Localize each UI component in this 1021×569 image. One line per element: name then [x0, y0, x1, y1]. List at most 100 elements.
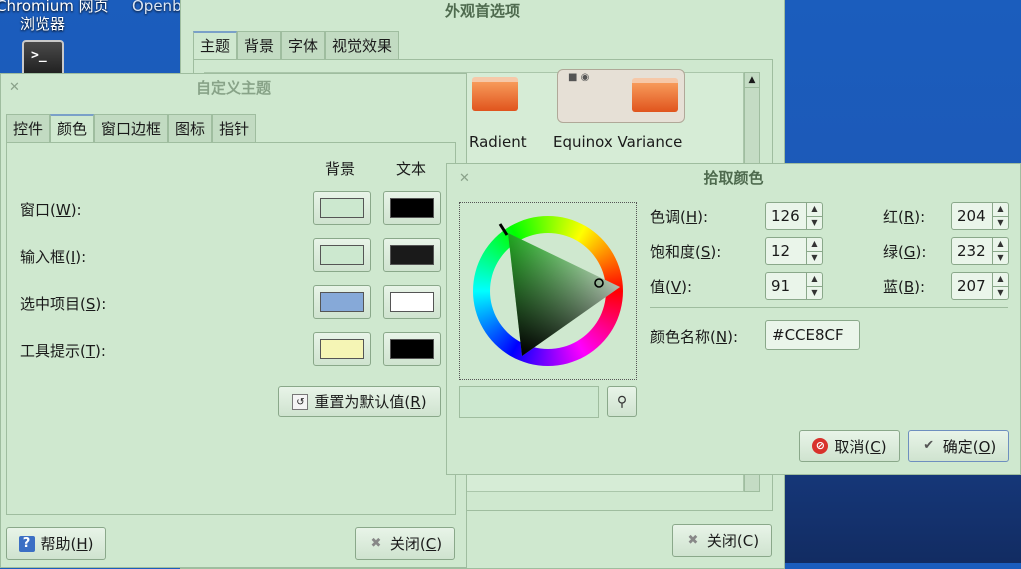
spin-up-icon[interactable]: ▲: [807, 238, 822, 251]
appearance-close-label: 关闭(C): [706, 532, 760, 550]
value-label: 值(V):: [650, 278, 693, 296]
revert-icon: ↺: [292, 393, 309, 410]
close-icon[interactable]: ✕: [459, 165, 470, 193]
close-icon: ✖: [687, 532, 699, 548]
tooltip-text-color-button[interactable]: [383, 332, 441, 366]
saturation-label: 饱和度(S):: [650, 243, 722, 261]
ok-button[interactable]: ✔ 确定(O): [908, 430, 1009, 462]
green-value[interactable]: 232: [952, 238, 992, 264]
cancel-icon: ⊘: [812, 438, 829, 454]
selected-bg-color-button[interactable]: [313, 285, 371, 319]
help-label: 帮助(H): [40, 535, 94, 553]
row-label-input: 输入框(I):: [20, 248, 87, 266]
tooltip-bg-color-button[interactable]: [313, 332, 371, 366]
current-color-preview: [459, 386, 599, 418]
column-header-text: 文本: [396, 160, 427, 178]
spin-down-icon[interactable]: ▼: [807, 285, 822, 300]
color-name-label: 颜色名称(N):: [650, 328, 738, 346]
red-label: 红(R):: [883, 208, 926, 226]
tab-font[interactable]: 字体: [281, 31, 326, 59]
color-swatch: [320, 292, 364, 312]
window-bg-color-button[interactable]: [313, 191, 371, 225]
tab-visual-effects[interactable]: 视觉效果: [325, 31, 400, 59]
spin-down-icon[interactable]: ▼: [993, 285, 1008, 300]
colors-panel: 背景 文本 窗口(W): 输入框(I): 选中项目(S): 工具提示(T): ↺…: [6, 142, 456, 515]
folder-icon: [472, 77, 518, 111]
theme-thumb-radient[interactable]: [460, 73, 570, 123]
color-name-input[interactable]: #CCE8CF: [765, 320, 860, 350]
custom-theme-close-label: 关闭(C): [389, 535, 443, 553]
row-label-tooltip: 工具提示(T):: [20, 342, 106, 360]
spin-up-icon[interactable]: ▲: [993, 203, 1008, 216]
saturation-spinner[interactable]: 12 ▲ ▼: [765, 237, 823, 265]
spin-up-icon[interactable]: ▲: [807, 203, 822, 216]
color-swatch: [390, 245, 434, 265]
color-swatch: [320, 339, 364, 359]
blue-value[interactable]: 207: [952, 273, 992, 299]
saturation-value[interactable]: 12: [766, 238, 806, 264]
selected-text-color-button[interactable]: [383, 285, 441, 319]
window-text-color-button[interactable]: [383, 191, 441, 225]
spin-down-icon[interactable]: ▼: [993, 215, 1008, 230]
spin-down-icon[interactable]: ▼: [807, 215, 822, 230]
reset-defaults-label: 重置为默认值(R): [314, 393, 427, 411]
hsv-wheel[interactable]: [460, 203, 636, 379]
hue-value[interactable]: 126: [766, 203, 806, 229]
hue-label: 色调(H):: [650, 208, 709, 226]
blue-spinner[interactable]: 207 ▲ ▼: [951, 272, 1009, 300]
tab-controls[interactable]: 控件: [6, 114, 51, 142]
desktop-icon-chromium-label-2[interactable]: 浏览器: [20, 13, 65, 34]
color-picker-title: 拾取颜色: [703, 169, 764, 187]
tab-icons[interactable]: 图标: [168, 114, 213, 142]
ok-label: 确定(O): [942, 437, 997, 456]
eyedropper-icon: ⚲: [616, 393, 628, 410]
custom-theme-title: 自定义主题: [195, 79, 271, 97]
spin-down-icon[interactable]: ▼: [807, 250, 822, 265]
window-buttons-icon: ■ ◉: [568, 72, 590, 83]
color-swatch: [320, 198, 364, 218]
custom-theme-tabs: 控件 颜色 窗口边框 图标 指针: [6, 114, 257, 142]
cancel-button[interactable]: ⊘ 取消(C): [799, 430, 900, 462]
row-label-window: 窗口(W):: [20, 201, 82, 219]
value-spinner[interactable]: 91 ▲ ▼: [765, 272, 823, 300]
color-swatch: [390, 292, 434, 312]
spin-up-icon[interactable]: ▲: [993, 238, 1008, 251]
appearance-window-title: 外观首选项: [444, 2, 520, 20]
column-header-background: 背景: [325, 160, 356, 178]
custom-theme-close-button[interactable]: ✖ 关闭(C): [355, 527, 455, 560]
value-value[interactable]: 91: [766, 273, 806, 299]
close-icon[interactable]: ✕: [9, 74, 20, 102]
blue-label: 蓝(B):: [883, 278, 926, 296]
folder-icon: [632, 78, 678, 112]
input-text-color-button[interactable]: [383, 238, 441, 272]
color-swatch: [320, 245, 364, 265]
red-value[interactable]: 204: [952, 203, 992, 229]
green-label: 绿(G):: [883, 243, 927, 261]
close-icon: ✖: [370, 535, 382, 551]
tab-colors[interactable]: 颜色: [50, 114, 95, 142]
reset-defaults-button[interactable]: ↺ 重置为默认值(R): [278, 386, 441, 417]
row-label-selected: 选中项目(S):: [20, 295, 107, 313]
checkmark-icon: ✔: [923, 438, 935, 453]
color-wheel-area[interactable]: [459, 202, 637, 380]
hue-spinner[interactable]: 126 ▲ ▼: [765, 202, 823, 230]
tab-theme[interactable]: 主题: [193, 31, 238, 59]
theme-thumb-equinox[interactable]: ■ ◉: [557, 69, 685, 123]
eyedropper-button[interactable]: ⚲: [607, 386, 637, 417]
spin-up-icon[interactable]: ▲: [807, 273, 822, 286]
color-swatch: [390, 339, 434, 359]
appearance-tabs: 主题 背景 字体 视觉效果: [193, 31, 400, 59]
green-spinner[interactable]: 232 ▲ ▼: [951, 237, 1009, 265]
tab-window-border[interactable]: 窗口边框: [94, 114, 169, 142]
scroll-up-icon[interactable]: ▲: [745, 73, 759, 88]
spin-down-icon[interactable]: ▼: [993, 250, 1008, 265]
spin-up-icon[interactable]: ▲: [993, 273, 1008, 286]
custom-theme-window: 自定义主题 ✕ 控件 颜色 窗口边框 图标 指针 背景 文本 窗口(W): 输入…: [0, 73, 467, 568]
tab-pointer[interactable]: 指针: [212, 114, 257, 142]
input-bg-color-button[interactable]: [313, 238, 371, 272]
red-spinner[interactable]: 204 ▲ ▼: [951, 202, 1009, 230]
cancel-label: 取消(C): [834, 437, 887, 456]
appearance-close-button[interactable]: ✖ 关闭(C): [672, 524, 772, 557]
tab-background[interactable]: 背景: [237, 31, 282, 59]
help-button[interactable]: ? 帮助(H): [6, 527, 106, 560]
